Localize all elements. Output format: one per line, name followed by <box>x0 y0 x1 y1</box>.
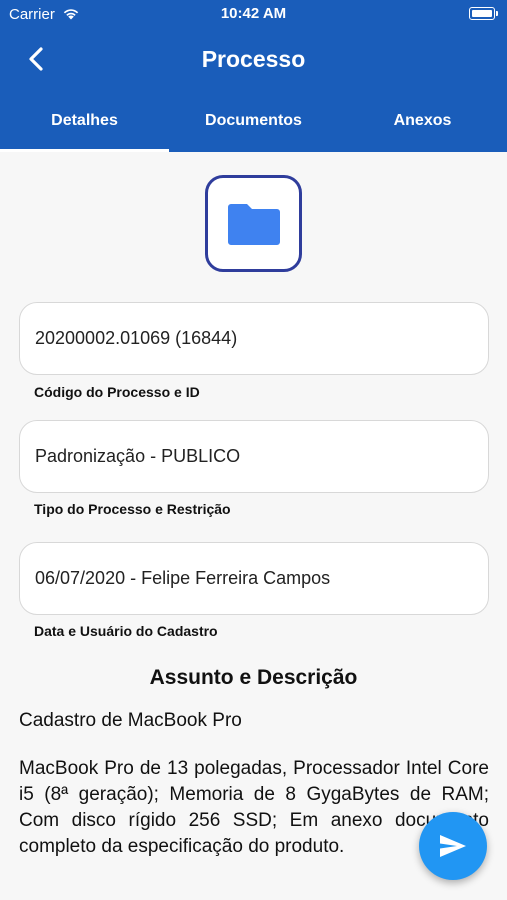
battery-icon <box>469 7 498 20</box>
process-type-field: Padronização - PUBLICO <box>19 420 489 493</box>
status-time: 10:42 AM <box>220 5 287 22</box>
folder-icon <box>227 203 280 245</box>
tab-anexos[interactable]: Anexos <box>338 104 507 152</box>
status-bar: Carrier 10:42 AM <box>0 0 507 30</box>
process-code-value: 20200002.01069 (16844) <box>35 328 238 348</box>
process-type-label: Tipo do Processo e Restrição <box>34 501 231 517</box>
app-header: Carrier 10:42 AM Processo Detalhes Docum… <box>0 0 507 152</box>
registration-field: 06/07/2020 - Felipe Ferreira Campos <box>19 542 489 615</box>
process-type-value: Padronização - PUBLICO <box>35 446 241 466</box>
registration-label: Data e Usuário do Cadastro <box>34 623 218 639</box>
page-title: Processo <box>201 46 306 72</box>
section-title: Assunto e Descrição <box>149 666 358 689</box>
tab-documentos[interactable]: Documentos <box>169 104 338 152</box>
process-code-field: 20200002.01069 (16844) <box>19 302 489 375</box>
subject-text: Cadastro de MacBook Pro <box>19 710 242 731</box>
registration-value: 06/07/2020 - Felipe Ferreira Campos <box>35 568 331 588</box>
tab-bar: Detalhes Documentos Anexos <box>0 104 507 152</box>
send-button[interactable] <box>419 812 487 880</box>
send-icon <box>440 835 466 857</box>
process-code-label: Código do Processo e ID <box>34 384 200 400</box>
tab-detalhes[interactable]: Detalhes <box>0 104 169 152</box>
process-folder-card <box>205 175 302 272</box>
